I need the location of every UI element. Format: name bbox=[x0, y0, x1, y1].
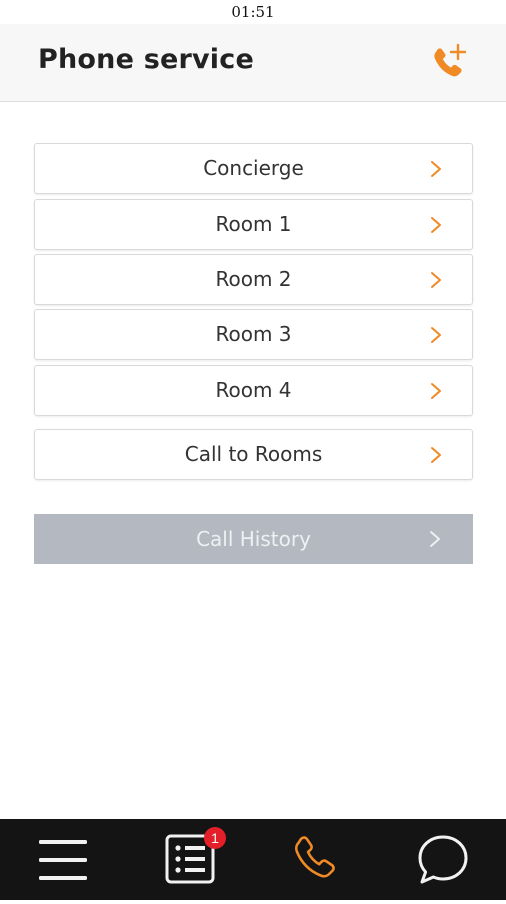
call-history-label: Call History bbox=[196, 527, 311, 551]
hamburger-menu-icon bbox=[39, 840, 87, 880]
chevron-right-icon bbox=[431, 161, 441, 177]
call-item-label: Room 4 bbox=[215, 378, 292, 402]
call-history-button[interactable]: Call History bbox=[34, 514, 473, 564]
call-item-room-3[interactable]: Room 3 bbox=[34, 309, 473, 360]
nav-chat-button[interactable] bbox=[405, 819, 481, 900]
call-item-room-4[interactable]: Room 4 bbox=[34, 365, 473, 416]
call-to-rooms-item[interactable]: Call to Rooms bbox=[34, 429, 473, 480]
chevron-right-icon bbox=[431, 383, 441, 399]
status-bar: 01:51 bbox=[0, 0, 506, 24]
nav-list-button[interactable]: 1 bbox=[150, 819, 240, 900]
notification-badge: 1 bbox=[204, 827, 226, 849]
call-item-room-1[interactable]: Room 1 bbox=[34, 199, 473, 250]
call-item-label: Room 3 bbox=[215, 322, 292, 346]
call-item-label: Room 2 bbox=[215, 267, 292, 291]
chevron-right-icon bbox=[431, 327, 441, 343]
bottom-nav: 1 bbox=[0, 819, 506, 900]
call-item-concierge[interactable]: Concierge bbox=[34, 143, 473, 194]
status-time: 01:51 bbox=[231, 3, 275, 21]
nav-menu-button[interactable] bbox=[25, 819, 101, 900]
call-item-label: Call to Rooms bbox=[184, 442, 323, 466]
add-call-button[interactable] bbox=[428, 42, 470, 84]
nav-phone-button[interactable] bbox=[280, 819, 356, 900]
header: Phone service bbox=[0, 24, 506, 102]
phone-icon bbox=[294, 836, 335, 878]
call-item-room-2[interactable]: Room 2 bbox=[34, 254, 473, 305]
list-icon bbox=[165, 834, 215, 884]
call-item-label: Concierge bbox=[203, 156, 304, 180]
chevron-right-icon bbox=[431, 447, 441, 463]
chevron-right-icon bbox=[431, 272, 441, 288]
phone-plus-icon bbox=[434, 43, 467, 77]
chevron-right-icon bbox=[431, 217, 441, 233]
chat-bubble-icon bbox=[418, 835, 468, 884]
call-item-label: Room 1 bbox=[215, 212, 292, 236]
page-title: Phone service bbox=[38, 44, 254, 75]
chevron-right-icon bbox=[430, 531, 440, 547]
